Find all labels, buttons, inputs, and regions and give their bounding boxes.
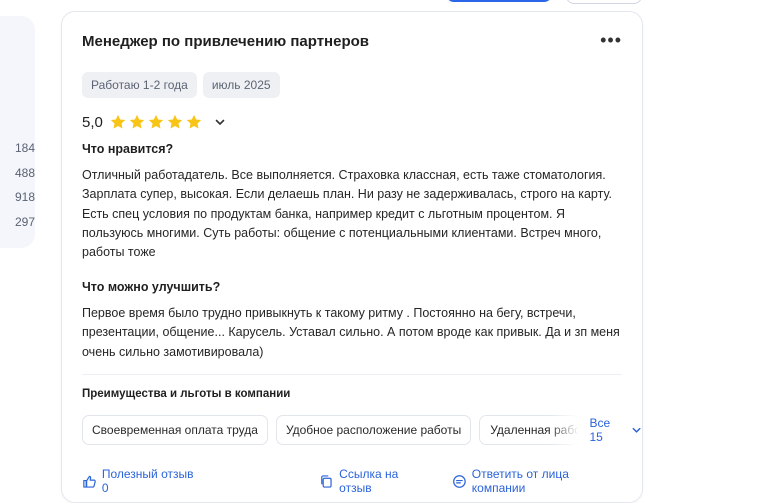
link-label: Ссылка на отзыв	[339, 467, 399, 495]
stat-number: 488	[14, 166, 35, 180]
improve-heading: Что можно улучшить?	[82, 280, 221, 294]
divider	[82, 374, 622, 375]
tag-tenure: Работаю 1-2 года	[82, 72, 197, 98]
benefits-heading: Преимущества и льготы в компании	[82, 388, 291, 400]
star-icon	[110, 114, 126, 129]
copy-icon	[321, 474, 332, 488]
more-options-icon[interactable]: •••	[600, 31, 622, 49]
stat-number: 297	[14, 215, 35, 229]
benefits-row: Своевременная оплата труда Удобное распо…	[82, 415, 642, 445]
stat-number: 184	[14, 141, 35, 155]
star-icon	[148, 114, 164, 129]
review-tags: Работаю 1-2 года июль 2025	[82, 72, 280, 98]
review-title: Менеджер по привлечению партнеров	[82, 33, 369, 50]
likes-heading: Что нравится?	[82, 142, 174, 156]
top-primary-button[interactable]	[446, 0, 552, 2]
star-icon	[129, 114, 145, 129]
chevron-down-icon[interactable]	[214, 116, 226, 128]
helpful-button[interactable]: Полезный отзыв 0	[82, 467, 202, 495]
rating-row[interactable]: 5,0	[82, 113, 226, 131]
top-secondary-button[interactable]	[566, 0, 642, 4]
benefit-chip[interactable]: Удобное расположение работы	[275, 415, 472, 445]
star-icon	[186, 114, 202, 129]
helpful-label: Полезный отзыв 0	[101, 467, 194, 495]
reply-label: Ответить от лица компании	[471, 467, 569, 495]
side-stats-panel: 184 488 918 297	[0, 16, 35, 248]
copy-link-button[interactable]: Ссылка на отзыв	[319, 467, 433, 495]
thumbs-up-icon	[83, 475, 96, 488]
improve-text: Первое время было трудно привыкнуть к та…	[82, 306, 620, 359]
likes-text: Отличный работадатель. Все выполняется. …	[82, 168, 612, 260]
review-footer: Полезный отзыв 0 Ссылка на отзыв Ответит…	[82, 467, 624, 495]
rating-value: 5,0	[82, 113, 103, 131]
review-card: Менеджер по привлечению партнеров ••• Ра…	[61, 11, 643, 503]
reply-button[interactable]: Ответить от лица компании	[452, 467, 624, 495]
stat-number: 918	[14, 190, 35, 204]
show-all-benefits-button[interactable]: Все 15	[589, 416, 642, 444]
comment-icon	[453, 474, 466, 488]
chevron-down-icon	[632, 427, 641, 433]
show-all-label: Все 15	[589, 416, 611, 444]
star-icon	[167, 114, 183, 129]
tag-date: июль 2025	[202, 72, 280, 98]
benefit-chip[interactable]: Удаленная работа	[479, 415, 580, 445]
benefit-chip[interactable]: Своевременная оплата труда	[82, 415, 268, 445]
